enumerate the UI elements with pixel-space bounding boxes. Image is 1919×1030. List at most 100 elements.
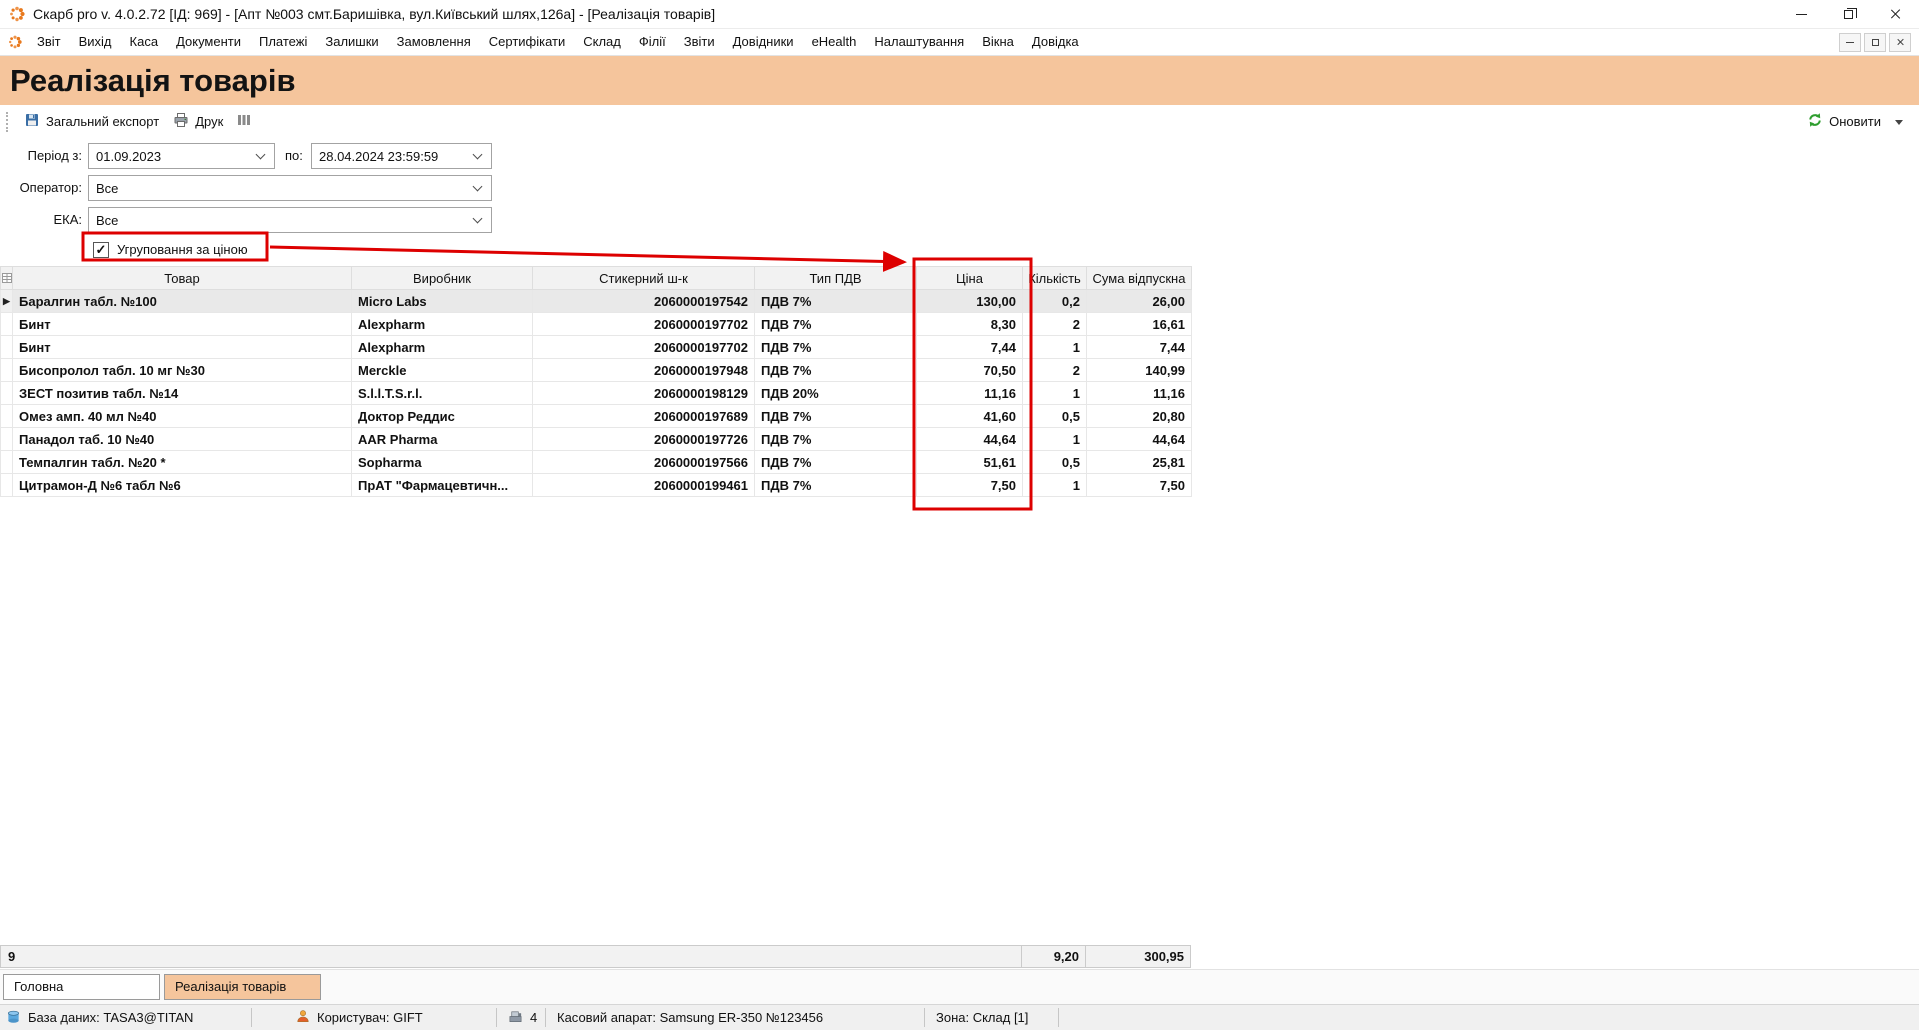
operator-label: Оператор: — [6, 175, 82, 201]
menu-item-Залишки[interactable]: Залишки — [316, 29, 387, 55]
print-button[interactable]: Друк — [166, 108, 230, 135]
menu-item-Вихід[interactable]: Вихід — [70, 29, 121, 55]
column-header-Товар[interactable]: Товар — [13, 267, 352, 290]
column-header-Ціна[interactable]: Ціна — [917, 267, 1023, 290]
period-from-select[interactable]: 01.09.2023 — [88, 143, 275, 169]
print-button-label: Друк — [195, 114, 223, 129]
cell: 7,50 — [1087, 474, 1192, 497]
database-text: База даних: TASA3@TITAN — [28, 1010, 193, 1025]
menu-item-Вікна[interactable]: Вікна — [973, 29, 1023, 55]
row-selector-cell — [1, 313, 13, 336]
table-row[interactable]: Панадол таб. 10 №40AAR Pharma20600001977… — [1, 428, 1192, 451]
close-button[interactable] — [1872, 0, 1919, 28]
chevron-down-icon — [473, 182, 483, 192]
menu-item-Каса[interactable]: Каса — [121, 29, 168, 55]
mdi-window-controls — [1839, 33, 1911, 52]
app-logo-icon — [9, 6, 25, 22]
column-header-Стикерний ш-к[interactable]: Стикерний ш-к — [533, 267, 755, 290]
cell: Омез амп. 40 мл №40 — [13, 405, 352, 428]
table-row[interactable]: Бисопролол табл. 10 мг №30Merckle2060000… — [1, 359, 1192, 382]
tab-Реалізація товарів[interactable]: Реалізація товарів — [164, 974, 321, 1000]
statusbar-separator — [251, 1008, 252, 1027]
menu-items: ЗвітВихідКасаДокументиПлатежіЗалишкиЗамо… — [28, 29, 1088, 55]
cell: 1 — [1023, 474, 1087, 497]
column-header-Тип ПДВ[interactable]: Тип ПДВ — [755, 267, 917, 290]
column-header-Кількість[interactable]: Кількість — [1023, 267, 1087, 290]
restore-icon — [1844, 10, 1853, 19]
title-bar: Скарб pro v. 4.0.2.72 [ІД: 969] - [Апт №… — [0, 0, 1919, 29]
menu-item-Довідка[interactable]: Довідка — [1023, 29, 1088, 55]
row-selector-cell — [1, 405, 13, 428]
menu-item-Філії[interactable]: Філії — [630, 29, 675, 55]
menu-item-Склад[interactable]: Склад — [574, 29, 630, 55]
tab-Головна[interactable]: Головна — [3, 974, 160, 1000]
database-icon — [6, 1009, 21, 1027]
cell: 44,64 — [917, 428, 1023, 451]
export-button[interactable]: Загальний експорт — [17, 108, 166, 135]
toolbar-grip[interactable] — [6, 112, 8, 132]
mdi-close-button[interactable] — [1889, 33, 1911, 52]
menu-item-eHealth[interactable]: eHealth — [803, 29, 866, 55]
cell: Панадол таб. 10 №40 — [13, 428, 352, 451]
cell: ПрАТ "Фармацевтичн... — [352, 474, 533, 497]
table-row[interactable]: ЗЕСТ позитив табл. №14S.l.l.T.S.r.l.2060… — [1, 382, 1192, 405]
cell: ПДВ 7% — [755, 428, 917, 451]
cell: 140,99 — [1087, 359, 1192, 382]
row-selector-cell — [1, 359, 13, 382]
cell: 11,16 — [917, 382, 1023, 405]
cell: 2 — [1023, 359, 1087, 382]
column-settings-button[interactable] — [230, 109, 258, 134]
cell: ПДВ 7% — [755, 336, 917, 359]
grid-corner-icon — [2, 273, 12, 283]
mdi-restore-button[interactable] — [1864, 33, 1886, 52]
selected-row-marker-icon: ▶ — [1, 290, 13, 313]
menu-item-Налаштування[interactable]: Налаштування — [865, 29, 973, 55]
summary-row: 9 9,20 300,95 — [0, 945, 1191, 968]
cell: ПДВ 7% — [755, 290, 917, 313]
period-to-label: по: — [285, 143, 307, 169]
table-row[interactable]: Цитрамон-Д №6 табл №6ПрАТ "Фармацевтичн.… — [1, 474, 1192, 497]
operator-select[interactable]: Все — [88, 175, 492, 201]
row-selector-cell — [1, 382, 13, 405]
restore-button[interactable] — [1825, 0, 1872, 28]
menu-item-Сертифікати[interactable]: Сертифікати — [480, 29, 575, 55]
mdi-minimize-button[interactable] — [1839, 33, 1861, 52]
cell: 7,44 — [1087, 336, 1192, 359]
cell: Доктор Реддис — [352, 405, 533, 428]
menu-item-Довідники[interactable]: Довідники — [724, 29, 803, 55]
cell: 130,00 — [917, 290, 1023, 313]
table-row[interactable]: Темпалгин табл. №20 *Sopharma20600001975… — [1, 451, 1192, 474]
grouping-checkbox[interactable]: ✓ — [93, 242, 109, 258]
window-tab-bar: ГоловнаРеалізація товарів — [0, 969, 1919, 1004]
column-header-Сума відпускна[interactable]: Сума відпускна — [1087, 267, 1192, 290]
table-row[interactable]: БинтAlexpharm2060000197702ПДВ 7%8,30216,… — [1, 313, 1192, 336]
table-row[interactable]: ▶Баралгин табл. №100Micro Labs2060000197… — [1, 290, 1192, 313]
cell: 16,61 — [1087, 313, 1192, 336]
menu-item-Документи[interactable]: Документи — [167, 29, 250, 55]
period-to-value: 28.04.2024 23:59:59 — [319, 149, 438, 164]
chevron-down-icon[interactable] — [1895, 120, 1903, 129]
cell: 0,5 — [1023, 405, 1087, 428]
refresh-button[interactable]: Оновити — [1800, 108, 1888, 135]
column-header-Виробник[interactable]: Виробник — [352, 267, 533, 290]
register-count-text: 4 — [530, 1010, 537, 1025]
minimize-icon — [1796, 14, 1807, 15]
minimize-button[interactable] — [1778, 0, 1825, 28]
menu-item-Звіти[interactable]: Звіти — [675, 29, 724, 55]
grid-options-button[interactable] — [1, 267, 13, 290]
cell: 2060000197702 — [533, 336, 755, 359]
table-row[interactable]: БинтAlexpharm2060000197702ПДВ 7%7,4417,4… — [1, 336, 1192, 359]
table-row[interactable]: Омез амп. 40 мл №40Доктор Реддис20600001… — [1, 405, 1192, 428]
period-to-select[interactable]: 28.04.2024 23:59:59 — [311, 143, 492, 169]
menu-item-Платежі[interactable]: Платежі — [250, 29, 316, 55]
cell: 2060000197566 — [533, 451, 755, 474]
period-from-value: 01.09.2023 — [96, 149, 161, 164]
cell: ПДВ 7% — [755, 405, 917, 428]
menu-item-Звіт[interactable]: Звіт — [28, 29, 70, 55]
eka-select[interactable]: Все — [88, 207, 492, 233]
restore-icon — [1872, 39, 1879, 46]
menu-item-Замовлення[interactable]: Замовлення — [388, 29, 480, 55]
statusbar-register-count: 4 — [508, 1005, 537, 1030]
cell: 26,00 — [1087, 290, 1192, 313]
cell: 2060000197542 — [533, 290, 755, 313]
